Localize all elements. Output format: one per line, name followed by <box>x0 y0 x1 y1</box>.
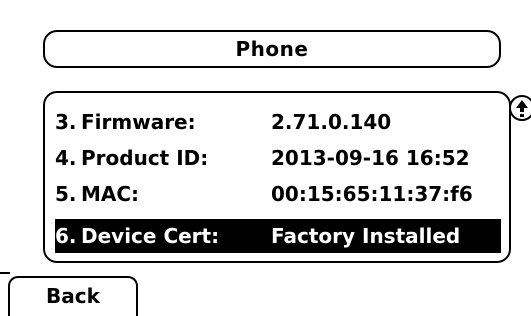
list-item-label: MAC: <box>81 182 140 206</box>
list-item-number: 4. <box>55 146 77 170</box>
list-item-number: 5. <box>55 182 77 206</box>
list-item-mac[interactable]: 5. MAC: 00:15:65:11:37:f6 <box>55 177 501 211</box>
list-item-value: 00:15:65:11:37:f6 <box>271 182 473 206</box>
list-item-value: 2013-09-16 16:52 <box>271 146 470 170</box>
page-title-text: Phone <box>235 37 309 61</box>
phone-screen: Phone 3. Firmware: 2.71.0.140 4. Product… <box>0 0 531 316</box>
list-item-number: 6. <box>55 224 77 248</box>
back-button-label: Back <box>46 284 100 308</box>
list-item-value: Factory Installed <box>271 224 461 248</box>
list-item-label: Firmware: <box>81 110 196 134</box>
softkey-divider <box>0 272 10 274</box>
list-item-number: 3. <box>55 110 77 134</box>
arrow-up-icon <box>516 100 528 117</box>
list-item-firmware[interactable]: 3. Firmware: 2.71.0.140 <box>55 105 501 139</box>
list-item-product-id[interactable]: 4. Product ID: 2013-09-16 16:52 <box>55 141 501 175</box>
list-item-label: Product ID: <box>81 146 209 170</box>
page-title: Phone <box>43 30 501 68</box>
back-button[interactable]: Back <box>8 276 138 316</box>
list-item-device-cert[interactable]: 6. Device Cert: Factory Installed <box>55 219 501 253</box>
scroll-up-icon[interactable] <box>509 95 531 121</box>
list-item-value: 2.71.0.140 <box>271 110 392 134</box>
status-list: 3. Firmware: 2.71.0.140 4. Product ID: 2… <box>43 91 511 263</box>
list-item-label: Device Cert: <box>81 224 220 248</box>
